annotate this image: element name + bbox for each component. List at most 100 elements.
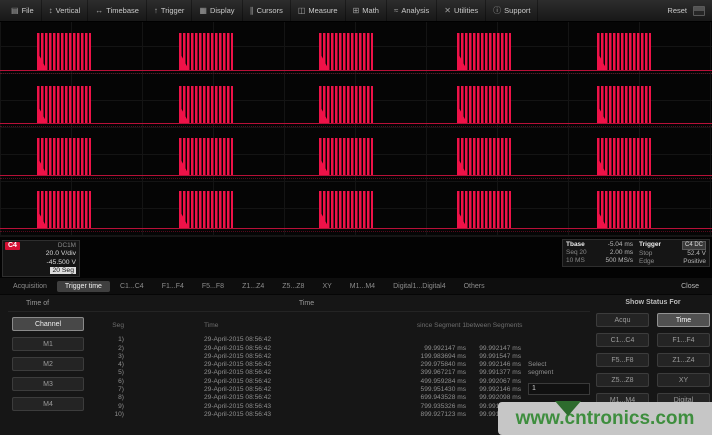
status-button-xy[interactable]: XY	[657, 373, 710, 387]
file-icon: ▤	[11, 6, 19, 15]
waveform-burst-segment	[319, 191, 373, 228]
menu-label: Cursors	[257, 6, 283, 15]
cell-since: 699.943528 ms	[336, 394, 466, 402]
column-header-between-segments: between Segments	[466, 322, 521, 330]
cell-seg: 1)	[92, 336, 124, 344]
status-button-time[interactable]: Time	[657, 313, 710, 327]
tab-xy[interactable]: XY	[314, 281, 339, 292]
channel-offset: -45.500 V	[5, 259, 76, 268]
reset-button[interactable]: Reset	[667, 6, 687, 15]
source-button-m3[interactable]: M3	[12, 377, 84, 391]
trigger-type: Edge	[639, 258, 654, 266]
trace-baseline	[0, 228, 712, 229]
cell-btw: 99.992067 ms	[466, 378, 521, 386]
waveform-burst-segment	[179, 33, 233, 70]
menu-bar: ▤File↕Vertical↔Timebase↑Trigger▦Display∥…	[0, 0, 712, 22]
cell-seg: 5)	[92, 369, 124, 377]
source-button-m2[interactable]: M2	[12, 357, 84, 371]
cursor-triangle-icon	[555, 401, 581, 416]
waveform-burst-segment	[319, 33, 373, 70]
menu-utilities[interactable]: ✕Utilities	[437, 0, 486, 21]
menu-display[interactable]: ▦Display	[192, 0, 242, 21]
tab-z5-z8[interactable]: Z5...Z8	[274, 281, 312, 292]
table-row: 8)29-April-2015 08:56:42699.943528 ms99.…	[92, 394, 521, 402]
source-button-channel[interactable]: Channel	[12, 317, 84, 331]
oscilloscope-app: ▤File↕Vertical↔Timebase↑Trigger▦Display∥…	[0, 0, 712, 435]
table-row: 1)29-April-2015 08:56:42	[92, 336, 521, 344]
trigger-slope: Positive	[683, 258, 706, 266]
header-divider	[8, 311, 590, 312]
trigger-mode: Stop	[639, 250, 652, 258]
waveform-burst-segment	[457, 86, 511, 123]
status-button-row: Z5...Z8 XY	[596, 373, 710, 387]
table-row: 7)29-April-2015 08:56:42599.951430 ms99.…	[92, 386, 521, 394]
tab-c1-c4[interactable]: C1...C4	[112, 281, 152, 292]
cell-time: 29-April-2015 08:56:43	[124, 411, 336, 419]
tbase-tdiv: 2.00 ms	[610, 249, 633, 257]
menu-label: Utilities	[454, 6, 478, 15]
waveform-burst-segment	[37, 33, 91, 70]
status-button-f5-f8[interactable]: F5...F8	[596, 353, 649, 367]
menu-trigger[interactable]: ↑Trigger	[147, 0, 192, 21]
channel-label: C4	[5, 242, 20, 250]
cell-btw	[466, 336, 521, 344]
tab-trigger-time[interactable]: Trigger time	[57, 281, 110, 292]
close-button[interactable]: Close	[672, 281, 708, 292]
waveform-burst-segment	[179, 86, 233, 123]
status-button-z5-z8[interactable]: Z5...Z8	[596, 373, 649, 387]
cell-seg: 4)	[92, 361, 124, 369]
tab-z1-z4[interactable]: Z1...Z4	[234, 281, 272, 292]
tab-digital1-digital4[interactable]: Digital1...Digital4	[385, 281, 454, 292]
menu-timebase[interactable]: ↔Timebase	[88, 0, 147, 21]
trigger-level: 52.4 V	[687, 250, 706, 258]
cell-since: 599.951430 ms	[336, 386, 466, 394]
menu-cursors[interactable]: ∥Cursors	[243, 0, 291, 21]
status-button-z1-z4[interactable]: Z1...Z4	[657, 353, 710, 367]
menu-vertical[interactable]: ↕Vertical	[42, 0, 89, 21]
select-segment-label: Select segment	[528, 361, 570, 377]
channel-segments: 20 Seg	[50, 267, 76, 274]
tab-f1-f4[interactable]: F1...F4	[154, 281, 192, 292]
waveform-burst-segment	[457, 138, 511, 175]
waveform-display[interactable]	[0, 22, 712, 237]
column-header-time: Time	[124, 322, 336, 330]
menu-support[interactable]: ⓘSupport	[486, 0, 538, 21]
tab-f5-f8[interactable]: F5...F8	[194, 281, 232, 292]
tab-others[interactable]: Others	[456, 281, 493, 292]
trigger-label: Trigger	[639, 241, 661, 250]
menu-label: Analysis	[401, 6, 429, 15]
waveform-burst-segment	[597, 191, 651, 228]
source-button-m1[interactable]: M1	[12, 337, 84, 351]
cell-btw: 99.992147 ms	[466, 345, 521, 353]
cell-time: 29-April-2015 08:56:42	[124, 369, 336, 377]
status-button-acqu[interactable]: Acqu	[596, 313, 649, 327]
menu-analysis[interactable]: ≈Analysis	[387, 0, 437, 21]
menu-label: Support	[504, 6, 530, 15]
display-icon: ▦	[199, 6, 207, 15]
tab-m1-m4[interactable]: M1...M4	[342, 281, 383, 292]
menu-measure[interactable]: ◫Measure	[291, 0, 346, 21]
status-button-c1-c4[interactable]: C1...C4	[596, 333, 649, 347]
cell-time: 29-April-2015 08:56:42	[124, 353, 336, 361]
select-segment-group: Select segment 1	[528, 361, 594, 395]
status-button-row: Acqu Time	[596, 313, 710, 327]
cell-since: 299.975840 ms	[336, 361, 466, 369]
channel-coupling: DC1M	[58, 242, 76, 250]
waveform-burst-segment	[179, 138, 233, 175]
status-button-f1-f4[interactable]: F1...F4	[657, 333, 710, 347]
cell-time: 29-April-2015 08:56:42	[124, 378, 336, 386]
source-button-m4[interactable]: M4	[12, 397, 84, 411]
analysis-icon: ≈	[394, 6, 398, 15]
waveform-burst-segment	[457, 191, 511, 228]
menu-file[interactable]: ▤File	[4, 0, 42, 21]
channel-descriptor-c4[interactable]: C4 DC1M 20.0 V/div -45.500 V 20 Seg	[2, 240, 80, 277]
tab-acquisition[interactable]: Acquisition	[5, 281, 55, 292]
cell-time: 29-April-2015 08:56:42	[124, 336, 336, 344]
menu-math[interactable]: ⊞Math	[346, 0, 387, 21]
menu-label: Display	[210, 6, 235, 15]
timebase-trigger-box[interactable]: Tbase -5.04 ms Seq 20 2.00 ms 10 MS 500 …	[562, 239, 710, 267]
cell-time: 29-April-2015 08:56:43	[124, 403, 336, 411]
select-segment-field[interactable]: 1	[528, 383, 590, 395]
waveform-burst-segment	[319, 138, 373, 175]
tbase-value: -5.04 ms	[608, 241, 633, 249]
